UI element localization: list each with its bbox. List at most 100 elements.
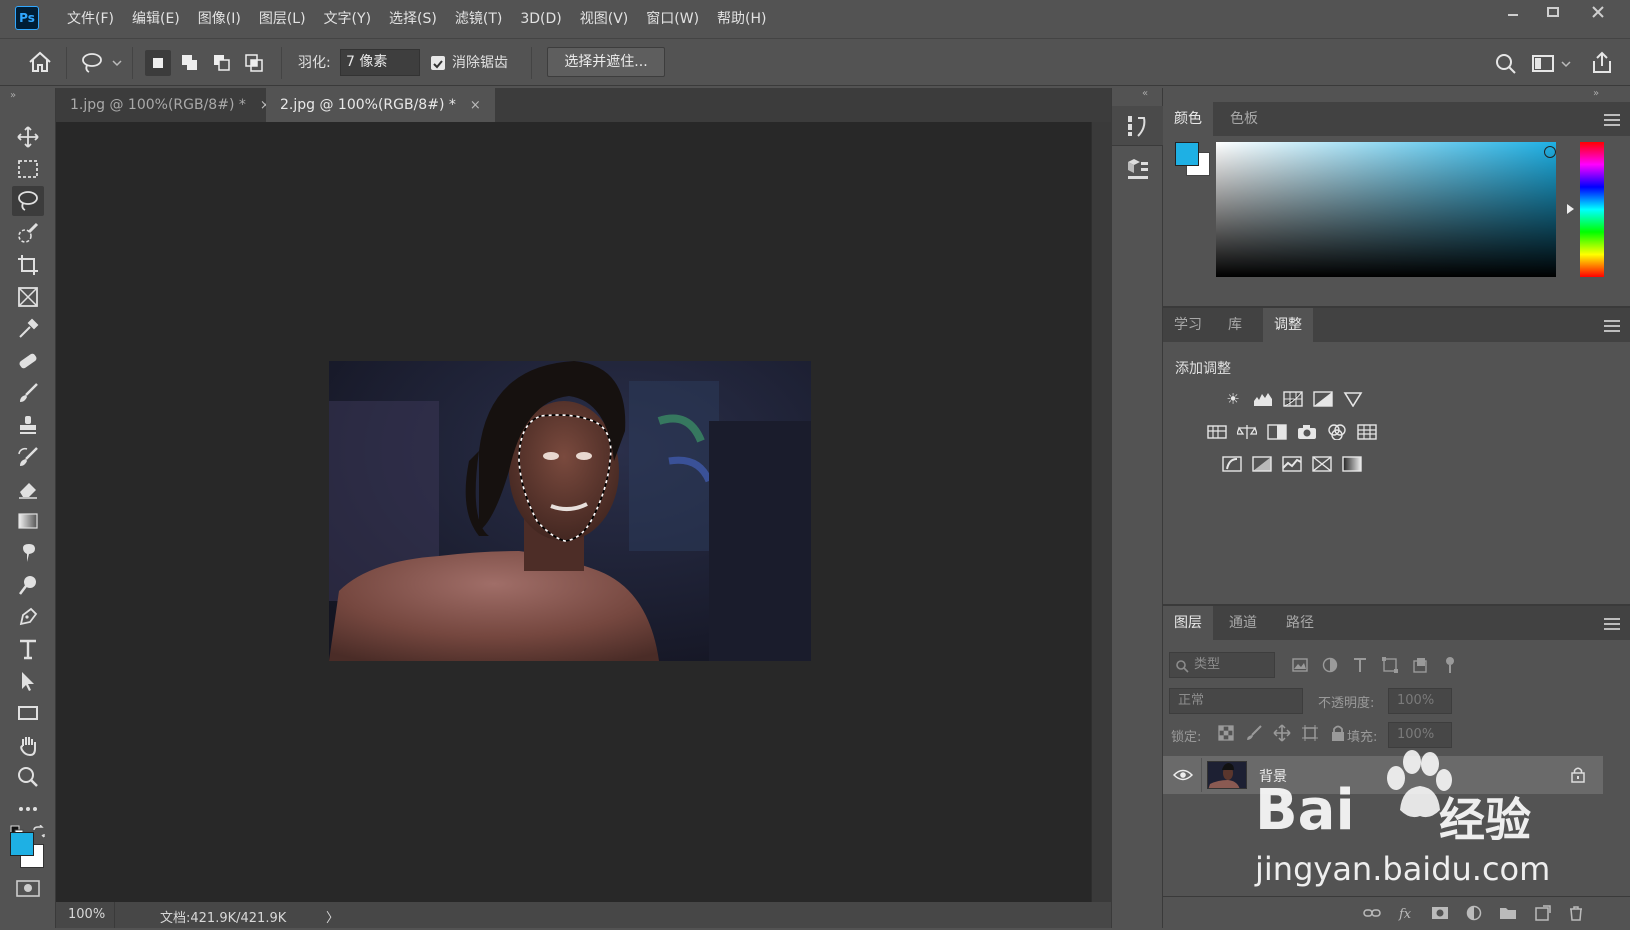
tab-layers[interactable]: 图层 — [1163, 606, 1213, 640]
collapse-toolbar-icon[interactable]: » — [10, 90, 16, 101]
type-layer-filter-icon[interactable] — [1351, 656, 1369, 674]
color-panel-foreground-swatch[interactable] — [1175, 142, 1199, 166]
invert-icon[interactable] — [1222, 455, 1242, 473]
menu-view[interactable]: 视图(V) — [571, 0, 638, 38]
menu-select[interactable]: 选择(S) — [380, 0, 446, 38]
close-window-button[interactable] — [1575, 0, 1621, 28]
smudge-tool[interactable] — [12, 538, 44, 568]
healing-brush-tool[interactable] — [12, 346, 44, 376]
menu-help[interactable]: 帮助(H) — [708, 0, 775, 38]
filter-toggle-icon[interactable] — [1441, 656, 1459, 674]
layer-row[interactable]: 背景 — [1163, 756, 1603, 794]
marquee-tool[interactable] — [12, 154, 44, 184]
selective-color-icon[interactable] — [1312, 455, 1332, 473]
tab-channels[interactable]: 通道 — [1218, 606, 1268, 640]
share-button[interactable] — [1590, 51, 1614, 79]
lasso-tool[interactable] — [12, 186, 44, 216]
vertical-scrollbar[interactable] — [1091, 122, 1111, 902]
menu-file[interactable]: 文件(F) — [58, 0, 123, 38]
subtract-selection-button[interactable] — [209, 50, 235, 76]
brush-tool[interactable] — [12, 378, 44, 408]
tab-paths[interactable]: 路径 — [1275, 606, 1325, 640]
exposure-icon[interactable] — [1313, 390, 1333, 408]
maximize-button[interactable] — [1530, 0, 1576, 28]
curves-icon[interactable] — [1283, 390, 1303, 408]
new-group-icon[interactable] — [1499, 905, 1517, 921]
panel-menu-icon[interactable] — [1604, 618, 1620, 630]
threshold-icon[interactable] — [1282, 455, 1302, 473]
zoom-tool[interactable] — [12, 762, 44, 792]
fx-icon[interactable]: fx — [1397, 905, 1415, 921]
color-field[interactable] — [1216, 142, 1556, 277]
color-picker-ring[interactable] — [1544, 146, 1556, 158]
color-balance-icon[interactable] — [1237, 423, 1257, 441]
photo-filter-icon[interactable] — [1297, 423, 1317, 441]
levels-icon[interactable] — [1253, 390, 1273, 408]
lock-position-icon[interactable] — [1273, 724, 1291, 742]
tab-1jpg[interactable]: 1.jpg @ 100%(RGB/8#) *× — [56, 88, 285, 122]
collapse-panels-icon[interactable]: » — [1593, 88, 1599, 99]
intersect-selection-button[interactable] — [241, 50, 267, 76]
collapse-dock-icon[interactable]: « — [1142, 88, 1148, 99]
status-menu-arrow[interactable]: 〉 — [326, 907, 339, 926]
delete-layer-icon[interactable] — [1567, 905, 1585, 921]
select-and-mask-button[interactable]: 选择并遮住... — [547, 47, 665, 77]
tab-color[interactable]: 颜色 — [1163, 102, 1213, 136]
history-brush-tool[interactable] — [12, 442, 44, 472]
lock-pixels-icon[interactable] — [1245, 724, 1263, 742]
menu-filter[interactable]: 滤镜(T) — [446, 0, 511, 38]
add-to-selection-button[interactable] — [177, 50, 203, 76]
close-tab-icon[interactable]: × — [470, 98, 481, 113]
lock-artboard-icon[interactable] — [1301, 724, 1319, 742]
swap-colors-button[interactable] — [32, 824, 46, 843]
3d-panel-button[interactable] — [1112, 150, 1164, 190]
link-layers-icon[interactable] — [1363, 905, 1381, 921]
quick-mask-button[interactable] — [16, 878, 40, 902]
menu-layer[interactable]: 图层(L) — [250, 0, 315, 38]
menu-edit[interactable]: 编辑(E) — [123, 0, 189, 38]
vibrance-icon[interactable] — [1343, 390, 1363, 408]
hue-slider[interactable] — [1580, 142, 1604, 277]
gradient-tool[interactable] — [12, 506, 44, 536]
feather-input[interactable]: 7 像素 — [340, 49, 420, 76]
foreground-color-swatch[interactable] — [10, 832, 34, 856]
rectangle-tool[interactable] — [12, 698, 44, 728]
dodge-tool[interactable] — [12, 570, 44, 600]
fill-input[interactable]: 100% — [1388, 722, 1452, 748]
canvas-area[interactable] — [56, 122, 1091, 902]
move-tool[interactable] — [12, 122, 44, 152]
channel-mixer-icon[interactable] — [1327, 423, 1347, 441]
tab-swatches[interactable]: 色板 — [1219, 102, 1269, 136]
panel-menu-icon[interactable] — [1604, 114, 1620, 126]
panel-menu-icon[interactable] — [1604, 320, 1620, 332]
tab-adjustments[interactable]: 调整 — [1263, 308, 1313, 342]
tab-learn[interactable]: 学习 — [1163, 308, 1213, 342]
add-mask-icon[interactable] — [1431, 905, 1449, 921]
lasso-preset-picker[interactable] — [80, 51, 124, 79]
antialias-checkbox[interactable] — [431, 56, 445, 70]
zoom-level[interactable]: 100% — [68, 907, 105, 922]
shape-layer-filter-icon[interactable] — [1381, 656, 1399, 674]
pen-tool[interactable] — [12, 602, 44, 632]
brightness-contrast-icon[interactable]: ☀ — [1223, 390, 1243, 408]
menu-type[interactable]: 文字(Y) — [315, 0, 380, 38]
menu-3d[interactable]: 3D(D) — [511, 0, 570, 38]
more-tools-button[interactable] — [12, 794, 44, 824]
hand-tool[interactable] — [12, 730, 44, 760]
eyedropper-tool[interactable] — [12, 314, 44, 344]
frame-tool[interactable] — [12, 282, 44, 312]
new-layer-icon[interactable] — [1533, 905, 1551, 921]
posterize-icon[interactable] — [1252, 455, 1272, 473]
adjustment-layer-filter-icon[interactable] — [1321, 656, 1339, 674]
hue-slider-handle[interactable] — [1567, 204, 1574, 214]
tab-2jpg[interactable]: 2.jpg @ 100%(RGB/8#) * × — [266, 88, 495, 122]
hue-saturation-icon[interactable] — [1207, 423, 1227, 441]
search-button[interactable] — [1495, 53, 1517, 79]
new-adjustment-layer-icon[interactable] — [1465, 905, 1483, 921]
home-button[interactable] — [28, 51, 52, 77]
type-tool[interactable] — [12, 634, 44, 664]
menu-window[interactable]: 窗口(W) — [637, 0, 708, 38]
workspace-button[interactable] — [1532, 53, 1576, 79]
menu-image[interactable]: 图像(I) — [189, 0, 250, 38]
tab-libraries[interactable]: 库 — [1217, 308, 1253, 342]
